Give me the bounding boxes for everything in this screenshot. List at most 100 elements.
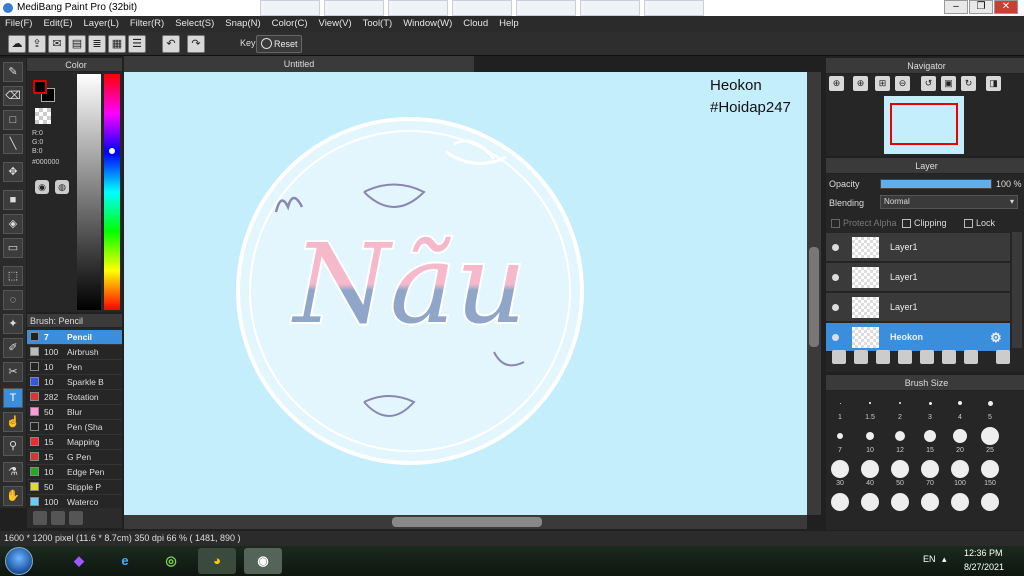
rectangle-tool-icon[interactable]: □ bbox=[3, 110, 23, 130]
medibang-taskbar-icon[interactable]: ◉ bbox=[244, 548, 282, 574]
cloud-icon[interactable]: ☁ bbox=[8, 35, 26, 53]
drawing-canvas[interactable]: Nãu Heokon #Hoidap247 bbox=[124, 72, 807, 515]
brush-size-dot[interactable] bbox=[899, 402, 901, 404]
clock-date[interactable]: 8/27/2021 bbox=[964, 562, 1004, 572]
menu-filter[interactable]: Filter(R) bbox=[125, 16, 170, 32]
brush-size-dot[interactable] bbox=[891, 493, 909, 511]
zoom-in-icon[interactable]: ⊕ bbox=[829, 76, 844, 91]
menu-window[interactable]: Window(W) bbox=[398, 16, 458, 32]
new-folder-icon[interactable] bbox=[920, 350, 934, 364]
brush-size-dot[interactable] bbox=[839, 402, 841, 404]
app-green-icon[interactable]: ◎ bbox=[152, 548, 190, 574]
layer-row[interactable]: Layer1 bbox=[826, 233, 1010, 262]
duplicate-layer-icon[interactable] bbox=[942, 350, 956, 364]
new-halftone-icon[interactable] bbox=[876, 350, 890, 364]
visibility-icon[interactable] bbox=[832, 304, 839, 311]
layer-row[interactable]: Layer1 bbox=[826, 263, 1010, 292]
brush-options-icon[interactable] bbox=[69, 511, 83, 525]
menu-color[interactable]: Color(C) bbox=[267, 16, 314, 32]
brush-item[interactable]: 50 Blur bbox=[27, 405, 122, 420]
list-icon[interactable]: ☰ bbox=[128, 35, 146, 53]
internet-explorer-icon[interactable]: e bbox=[106, 548, 144, 574]
protect-alpha-checkbox[interactable]: Protect Alpha bbox=[831, 218, 897, 228]
brush-size-dot[interactable] bbox=[895, 431, 905, 441]
brush-item[interactable]: 10 Pen (Sha bbox=[27, 420, 122, 435]
grid-icon[interactable]: ▦ bbox=[108, 35, 126, 53]
horizontal-scrollbar[interactable] bbox=[124, 515, 807, 529]
chrome-icon[interactable]: ◕ bbox=[198, 548, 236, 574]
layer-scrollbar[interactable] bbox=[1012, 232, 1022, 348]
clock-time[interactable]: 12:36 PM bbox=[964, 548, 1003, 558]
eyedropper-tool-icon[interactable]: ⚲ bbox=[3, 436, 23, 456]
hue-slider[interactable] bbox=[104, 74, 120, 310]
opacity-slider[interactable] bbox=[880, 179, 992, 189]
menu-select[interactable]: Select(S) bbox=[170, 16, 220, 32]
brush-tool-icon[interactable]: ✎ bbox=[3, 62, 23, 82]
select-eraser-tool-icon[interactable]: ✂ bbox=[3, 362, 23, 382]
add-brush-icon[interactable] bbox=[33, 511, 47, 525]
share-icon[interactable]: ⇪ bbox=[28, 35, 46, 53]
brush-size-dot[interactable] bbox=[953, 429, 967, 443]
brush-size-dot[interactable] bbox=[891, 460, 909, 478]
brush-size-dot[interactable] bbox=[924, 430, 936, 442]
brush-size-dot[interactable] bbox=[921, 460, 939, 478]
brush-size-dot[interactable] bbox=[981, 460, 999, 478]
brush-size-dot[interactable] bbox=[869, 402, 871, 404]
operation-tool-icon[interactable]: ☝ bbox=[3, 412, 23, 432]
undo-icon[interactable]: ↶ bbox=[162, 35, 180, 53]
menu-cloud[interactable]: Cloud bbox=[458, 16, 494, 32]
brush-size-dot[interactable] bbox=[951, 493, 969, 511]
brush-size-dot[interactable] bbox=[831, 460, 849, 478]
foreground-color-swatch[interactable] bbox=[33, 80, 47, 94]
brush-size-dot[interactable] bbox=[861, 493, 879, 511]
hue-marker[interactable] bbox=[107, 146, 117, 156]
lasso-tool-icon[interactable]: ◌ bbox=[3, 290, 23, 310]
clipping-checkbox[interactable]: Clipping bbox=[902, 218, 947, 228]
blending-select[interactable]: Normal ▾ bbox=[880, 195, 1018, 209]
menu-snap[interactable]: Snap(N) bbox=[220, 16, 266, 32]
menu-help[interactable]: Help bbox=[494, 16, 525, 32]
vertical-scrollbar[interactable] bbox=[807, 72, 821, 515]
new-layer-alt-icon[interactable] bbox=[854, 350, 868, 364]
brush-size-dot[interactable] bbox=[981, 427, 999, 445]
zoom-in-alt-icon[interactable]: ⊕ bbox=[853, 76, 868, 91]
brush-item[interactable]: 15 Mapping bbox=[27, 435, 122, 450]
rotate-reset-icon[interactable]: ▣ bbox=[941, 76, 956, 91]
brush-item[interactable]: 282 Rotation bbox=[27, 390, 122, 405]
rotate-left-icon[interactable]: ↺ bbox=[921, 76, 936, 91]
visibility-icon[interactable] bbox=[832, 334, 839, 341]
bucket-tool-icon[interactable]: ◈ bbox=[3, 214, 23, 234]
minimize-button[interactable]: – bbox=[944, 0, 968, 14]
brush-item[interactable]: 50 Stipple P bbox=[27, 480, 122, 495]
menu-layer[interactable]: Layer(L) bbox=[79, 16, 125, 32]
eraser-tool-icon[interactable]: ⌫ bbox=[3, 86, 23, 106]
brush-size-dot[interactable] bbox=[866, 432, 874, 440]
vertical-scroll-thumb[interactable] bbox=[809, 247, 819, 347]
layer-settings-icon[interactable]: ⚙ bbox=[990, 330, 1002, 346]
brush-page-icon[interactable] bbox=[51, 511, 65, 525]
select-tool-icon[interactable]: ⬚ bbox=[3, 266, 23, 286]
text-tool-icon[interactable]: T bbox=[3, 388, 23, 408]
brush-item[interactable]: 100 Airbrush bbox=[27, 345, 122, 360]
magic-wand-tool-icon[interactable]: ✦ bbox=[3, 314, 23, 334]
menu-tool[interactable]: Tool(T) bbox=[358, 16, 399, 32]
brush-item[interactable]: 7 Pencil bbox=[27, 330, 122, 345]
brush-item[interactable]: 15 G Pen bbox=[27, 450, 122, 465]
zoom-out-icon[interactable]: ⊖ bbox=[895, 76, 910, 91]
lock-checkbox[interactable]: Lock bbox=[964, 218, 995, 228]
reset-button[interactable]: Reset bbox=[256, 35, 302, 53]
navigator-viewport-box[interactable] bbox=[890, 103, 958, 145]
flip-icon[interactable]: ◨ bbox=[986, 76, 1001, 91]
tray-arrow-icon[interactable]: ▴ bbox=[942, 554, 947, 565]
horizontal-scroll-thumb[interactable] bbox=[392, 517, 542, 527]
language-indicator[interactable]: EN bbox=[923, 554, 936, 564]
visibility-icon[interactable] bbox=[832, 244, 839, 251]
fit-icon[interactable]: ⊞ bbox=[875, 76, 890, 91]
document-tab[interactable]: Untitled bbox=[124, 56, 474, 72]
transparent-color-swatch[interactable] bbox=[35, 108, 51, 124]
gradient-tool-icon[interactable]: ▭ bbox=[3, 238, 23, 258]
document-icon[interactable]: ≣ bbox=[88, 35, 106, 53]
brush-size-dot[interactable] bbox=[861, 460, 879, 478]
menu-file[interactable]: File(F) bbox=[0, 16, 38, 32]
fill-rect-tool-icon[interactable]: ■ bbox=[3, 190, 23, 210]
